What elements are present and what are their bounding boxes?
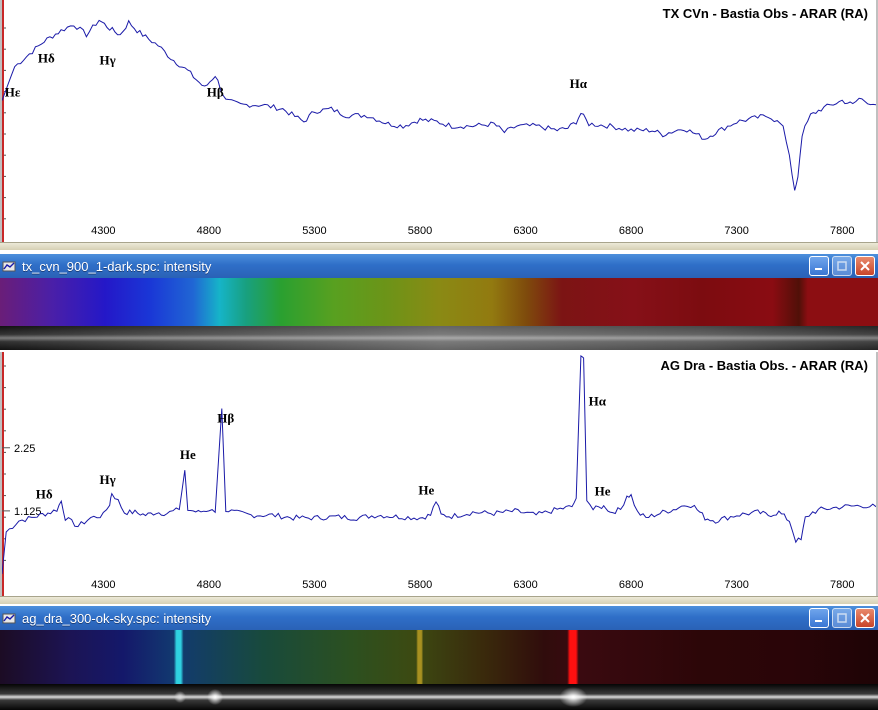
line-annotation: Hδ: [36, 486, 53, 501]
line-annotation: He: [418, 482, 434, 497]
chart-panel-ag-dra: 4300 4800 5300 5800 6300 6800 7300 7800 1.125 2.2…: [0, 352, 878, 596]
x-tick-label: 6800: [619, 579, 643, 591]
line-annotation: Hα: [589, 394, 607, 409]
chart-ag-dra: 4300 4800 5300 5800 6300 6800 7300 7800 1.125 2.2…: [2, 352, 876, 596]
close-button[interactable]: [855, 256, 875, 276]
line-annotation: Hβ: [207, 84, 224, 99]
maximize-icon: [837, 613, 847, 623]
x-tick-label: 4800: [197, 579, 221, 591]
spectrum-gray-strip-glow: [0, 326, 878, 350]
spectrum-window-icon: [2, 613, 16, 624]
spectrum-color-strip: [0, 630, 878, 684]
window-titlebar[interactable]: tx_cvn_900_1-dark.spc: intensity: [0, 254, 878, 278]
x-tick-label: 5800: [408, 579, 432, 591]
x-tick-label: 4800: [197, 225, 221, 237]
window-title: tx_cvn_900_1-dark.spc: intensity: [22, 258, 212, 274]
x-tick-label: 7300: [724, 225, 748, 237]
minimize-button[interactable]: [809, 608, 829, 628]
line-annotation: He: [180, 447, 196, 462]
line-annotation: Hα: [570, 76, 588, 91]
close-button[interactable]: [855, 608, 875, 628]
maximize-button[interactable]: [832, 608, 852, 628]
x-tick-label: 5800: [408, 225, 432, 237]
maximize-button[interactable]: [832, 256, 852, 276]
line-annotation: Hε: [5, 84, 21, 99]
window-titlebar[interactable]: ag_dra_300-ok-sky.spc: intensity: [0, 606, 878, 630]
chart-title: AG Dra - Bastia Obs. - ARAR (RA): [660, 358, 868, 373]
x-tick-label: 7300: [724, 579, 748, 591]
x-tick-label: 5300: [302, 225, 326, 237]
line-annotation: He: [595, 483, 611, 498]
x-tick-label: 4300: [91, 225, 115, 237]
minimize-icon: [815, 268, 822, 270]
minimize-button[interactable]: [809, 256, 829, 276]
chart-tx-cvn: 4300 4800 5300 5800 6300 6800 7300 7800 Hε Hδ Hγ Hβ…: [2, 0, 876, 242]
spectrum-line: [2, 354, 876, 575]
window-title: ag_dra_300-ok-sky.spc: intensity: [22, 610, 212, 626]
spectrum-color-strip: [0, 278, 878, 326]
panel-separator: [0, 596, 878, 604]
spectrum-gray-strip: [0, 684, 878, 710]
x-tick-label: 4300: [91, 579, 115, 591]
x-tick-label: 6300: [513, 225, 537, 237]
close-icon: [860, 261, 870, 271]
spectrum-window-icon: [2, 261, 16, 272]
x-tick-label: 6800: [619, 225, 643, 237]
close-icon: [860, 613, 870, 623]
x-tick-label: 5300: [302, 579, 326, 591]
x-tick-label: 7800: [830, 579, 854, 591]
y-tick-label: 2.25: [14, 443, 35, 455]
line-annotation: Hγ: [99, 472, 115, 487]
maximize-icon: [837, 261, 847, 271]
line-annotation: Hδ: [38, 50, 55, 65]
y-tick-label: 1.125: [14, 506, 42, 518]
spectrum-line: [2, 19, 876, 191]
x-tick-label: 6300: [513, 579, 537, 591]
chart-title: TX CVn - Bastia Obs - ARAR (RA): [662, 6, 868, 21]
panel-separator: [0, 242, 878, 250]
x-tick-label: 7800: [830, 225, 854, 237]
line-annotation: Hβ: [217, 411, 234, 426]
chart-panel-tx-cvn: 4300 4800 5300 5800 6300 6800 7300 7800 Hε Hδ Hγ Hβ…: [0, 0, 878, 242]
minimize-icon: [815, 620, 822, 622]
line-annotation: Hγ: [99, 53, 115, 68]
